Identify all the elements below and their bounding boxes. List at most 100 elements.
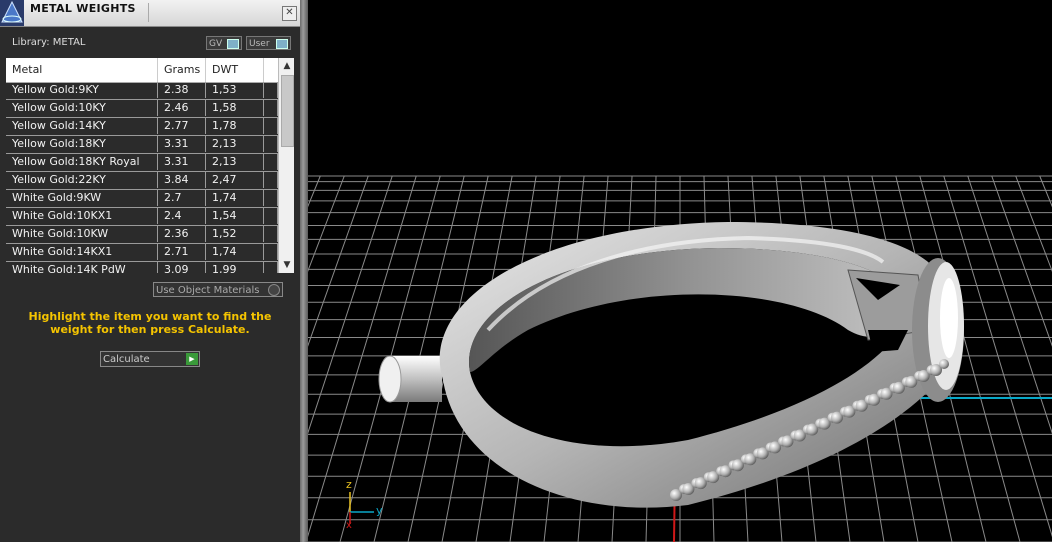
- cell-dwt: 1,74: [206, 244, 264, 260]
- cell-metal: Yellow Gold:22KY: [6, 172, 158, 188]
- cell-metal: White Gold:14KX1: [6, 244, 158, 260]
- metal-weights-panel: METAL WEIGHTS ✕ Library: METAL GV User M…: [0, 0, 300, 542]
- viewport-scene: z y x: [308, 175, 1052, 542]
- 3d-viewport[interactable]: z y x: [308, 0, 1052, 542]
- table-row[interactable]: Yellow Gold:18KY Royal 3.31 2,13: [6, 154, 278, 172]
- cell-grams: 2.38: [158, 82, 206, 98]
- cell-metal: White Gold:10KX1: [6, 208, 158, 224]
- grid-line: [967, 175, 1052, 435]
- axis-label-y: y: [376, 504, 383, 517]
- column-header-metal[interactable]: Metal: [6, 58, 158, 82]
- grid-line: [1015, 175, 1052, 273]
- cell-metal: Yellow Gold:14KY: [6, 118, 158, 134]
- stone-post-left: [378, 355, 442, 403]
- cell-spacer: [264, 190, 278, 206]
- pyramid-logo-icon: [0, 0, 24, 26]
- table-row[interactable]: White Gold:14KX1 2.71 1,74: [6, 244, 278, 262]
- calculate-button[interactable]: Calculate ▶: [100, 351, 200, 367]
- column-header-grams[interactable]: Grams: [158, 58, 206, 82]
- cell-metal: Yellow Gold:18KY Royal: [6, 154, 158, 170]
- panel-titlebar[interactable]: METAL WEIGHTS ✕: [0, 0, 300, 27]
- calculate-label: Calculate: [103, 354, 150, 365]
- table-row[interactable]: Yellow Gold:22KY 3.84 2,47: [6, 172, 278, 190]
- toggle-indicator-icon: [227, 39, 239, 49]
- panel-title: METAL WEIGHTS: [30, 2, 136, 15]
- gv-toggle-label: GV: [209, 39, 223, 49]
- table-body: Yellow Gold:9KY 2.38 1,53 Yellow Gold:10KY 2…: [6, 82, 278, 273]
- cell-grams: 3.31: [158, 136, 206, 152]
- grid-line: [308, 175, 321, 208]
- cell-grams: 2.7: [158, 190, 206, 206]
- cell-spacer: [264, 118, 278, 134]
- table-row[interactable]: White Gold:10KW 2.36 1,52: [6, 226, 278, 244]
- grid-line: [991, 175, 1052, 347]
- library-label: Library: METAL: [12, 37, 86, 48]
- cell-grams: 2.46: [158, 100, 206, 116]
- cell-spacer: [264, 154, 278, 170]
- cell-dwt: 1,52: [206, 226, 264, 242]
- table-scrollbar[interactable]: ▲ ▼: [278, 58, 294, 273]
- cell-dwt: 1,54: [206, 208, 264, 224]
- table-row[interactable]: White Gold:14K PdW 3.09 1,99: [6, 262, 278, 273]
- close-icon[interactable]: ✕: [282, 6, 297, 21]
- cell-dwt: 2,47: [206, 172, 264, 188]
- instruction-text: Highlight the item you want to find the …: [28, 310, 272, 336]
- cell-spacer: [264, 172, 278, 188]
- cell-dwt: 2,13: [206, 136, 264, 152]
- table-row[interactable]: Yellow Gold:10KY 2.46 1,58: [6, 100, 278, 118]
- cell-grams: 3.09: [158, 262, 206, 273]
- gv-toggle[interactable]: GV: [206, 36, 242, 50]
- cell-metal: Yellow Gold:18KY: [6, 136, 158, 152]
- toggle-indicator-icon: [276, 39, 288, 49]
- grid-line: [308, 175, 369, 347]
- cell-spacer: [264, 262, 278, 273]
- chevron-down-icon[interactable]: ▼: [279, 257, 294, 273]
- cell-metal: White Gold:9KW: [6, 190, 158, 206]
- cell-metal: Yellow Gold:10KY: [6, 100, 158, 116]
- cell-grams: 2.77: [158, 118, 206, 134]
- cell-dwt: 1,58: [206, 100, 264, 116]
- table-row[interactable]: White Gold:10KX1 2.4 1,54: [6, 208, 278, 226]
- cell-dwt: 1,74: [206, 190, 264, 206]
- cell-metal: White Gold:14K PdW: [6, 262, 158, 273]
- use-object-materials-label: Use Object Materials: [156, 285, 260, 296]
- use-object-materials-toggle[interactable]: Use Object Materials: [153, 282, 283, 297]
- cell-dwt: 1,78: [206, 118, 264, 134]
- grid-line: [1039, 175, 1052, 208]
- cell-grams: 3.31: [158, 154, 206, 170]
- cell-grams: 2.4: [158, 208, 206, 224]
- cell-metal: Yellow Gold:9KY: [6, 82, 158, 98]
- radio-icon: [268, 284, 280, 296]
- user-toggle-label: User: [249, 39, 270, 49]
- metal-table: Metal Grams DWT Yellow Gold:9KY 2.38 1,53 Y…: [6, 58, 294, 273]
- column-header-dwt[interactable]: DWT: [206, 58, 264, 82]
- grid-line: [308, 175, 345, 273]
- table-row[interactable]: Yellow Gold:9KY 2.38 1,53: [6, 82, 278, 100]
- cell-spacer: [264, 208, 278, 224]
- table-row[interactable]: Yellow Gold:18KY 3.31 2,13: [6, 136, 278, 154]
- panel-splitter[interactable]: [300, 0, 308, 542]
- axis-label-z: z: [346, 478, 352, 491]
- axis-label-x: x: [346, 520, 352, 531]
- scroll-thumb[interactable]: [281, 75, 294, 147]
- user-toggle[interactable]: User: [246, 36, 291, 50]
- cell-spacer: [264, 82, 278, 98]
- cell-spacer: [264, 244, 278, 260]
- cell-grams: 3.84: [158, 172, 206, 188]
- cell-grams: 2.36: [158, 226, 206, 242]
- cell-dwt: 1,53: [206, 82, 264, 98]
- table-row[interactable]: White Gold:9KW 2.7 1,74: [6, 190, 278, 208]
- title-separator: [148, 3, 149, 22]
- play-arrow-icon: ▶: [186, 353, 198, 365]
- cell-spacer: [264, 226, 278, 242]
- cell-metal: White Gold:10KW: [6, 226, 158, 242]
- chevron-up-icon[interactable]: ▲: [279, 58, 294, 74]
- pave-bead: [939, 359, 949, 369]
- cell-grams: 2.71: [158, 244, 206, 260]
- cell-dwt: 1,99: [206, 262, 264, 273]
- cell-dwt: 2,13: [206, 154, 264, 170]
- table-header: Metal Grams DWT: [6, 58, 278, 83]
- table-row[interactable]: Yellow Gold:14KY 2.77 1,78: [6, 118, 278, 136]
- ring-model[interactable]: [378, 222, 964, 508]
- cell-spacer: [264, 136, 278, 152]
